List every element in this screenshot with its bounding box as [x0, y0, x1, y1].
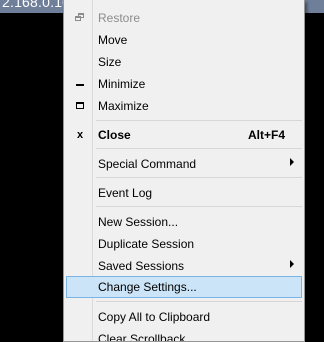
menu-item-restore[interactable]: Restore: [66, 7, 302, 29]
menu-item-label: Minimize: [98, 77, 146, 91]
menu-separator: [96, 148, 302, 149]
menu-item-label: Size: [98, 55, 122, 69]
submenu-arrow-icon: [290, 158, 294, 166]
menu-item-label: Duplicate Session: [98, 237, 195, 251]
menu-item-close[interactable]: x Close Alt+F4: [66, 124, 302, 146]
menu-separator: [96, 301, 302, 302]
menu-item-label: Restore: [98, 11, 141, 25]
menu-item-label: New Session...: [98, 215, 179, 229]
menu-item-accelerator: Alt+F4: [247, 128, 285, 142]
menu-item-saved-sessions[interactable]: Saved Sessions: [66, 255, 302, 277]
restore-icon: [72, 11, 88, 25]
menu-item-size[interactable]: Size: [66, 51, 302, 73]
minimize-icon: [72, 77, 88, 91]
menu-item-label: Change Settings...: [98, 280, 197, 294]
menu-item-label: Clear Scrollback: [98, 332, 186, 342]
maximize-icon: [72, 99, 88, 113]
menu-item-label: Special Command: [98, 157, 197, 171]
menu-item-minimize[interactable]: Minimize: [66, 73, 302, 95]
menu-item-move[interactable]: Move: [66, 29, 302, 51]
menu-separator: [96, 120, 302, 121]
menu-separator: [96, 206, 302, 207]
menu-item-duplicate-session[interactable]: Duplicate Session: [66, 233, 302, 255]
menu-item-label: Maximize: [98, 99, 149, 113]
menu-item-label: Saved Sessions: [98, 259, 185, 273]
menu-item-copy-all[interactable]: Copy All to Clipboard: [66, 306, 302, 328]
menu-item-label: Move: [98, 33, 128, 47]
menu-item-new-session[interactable]: New Session...: [66, 211, 302, 233]
menu-item-event-log[interactable]: Event Log: [66, 182, 302, 204]
menu-separator: [96, 177, 302, 178]
menu-item-maximize[interactable]: Maximize: [66, 95, 302, 117]
submenu-arrow-icon: [290, 260, 294, 268]
menu-item-special-command[interactable]: Special Command: [66, 153, 302, 175]
close-icon: x: [76, 129, 84, 141]
system-menu: Restore Move Size Minimize Maximize x Cl…: [63, 0, 305, 342]
menu-item-label: Copy All to Clipboard: [98, 310, 211, 324]
menu-item-label: Close: [98, 128, 131, 142]
menu-item-label: Event Log: [98, 186, 153, 200]
menu-item-change-settings[interactable]: Change Settings...: [66, 276, 302, 298]
menu-item-clear-scrollback[interactable]: Clear Scrollback: [66, 328, 302, 342]
